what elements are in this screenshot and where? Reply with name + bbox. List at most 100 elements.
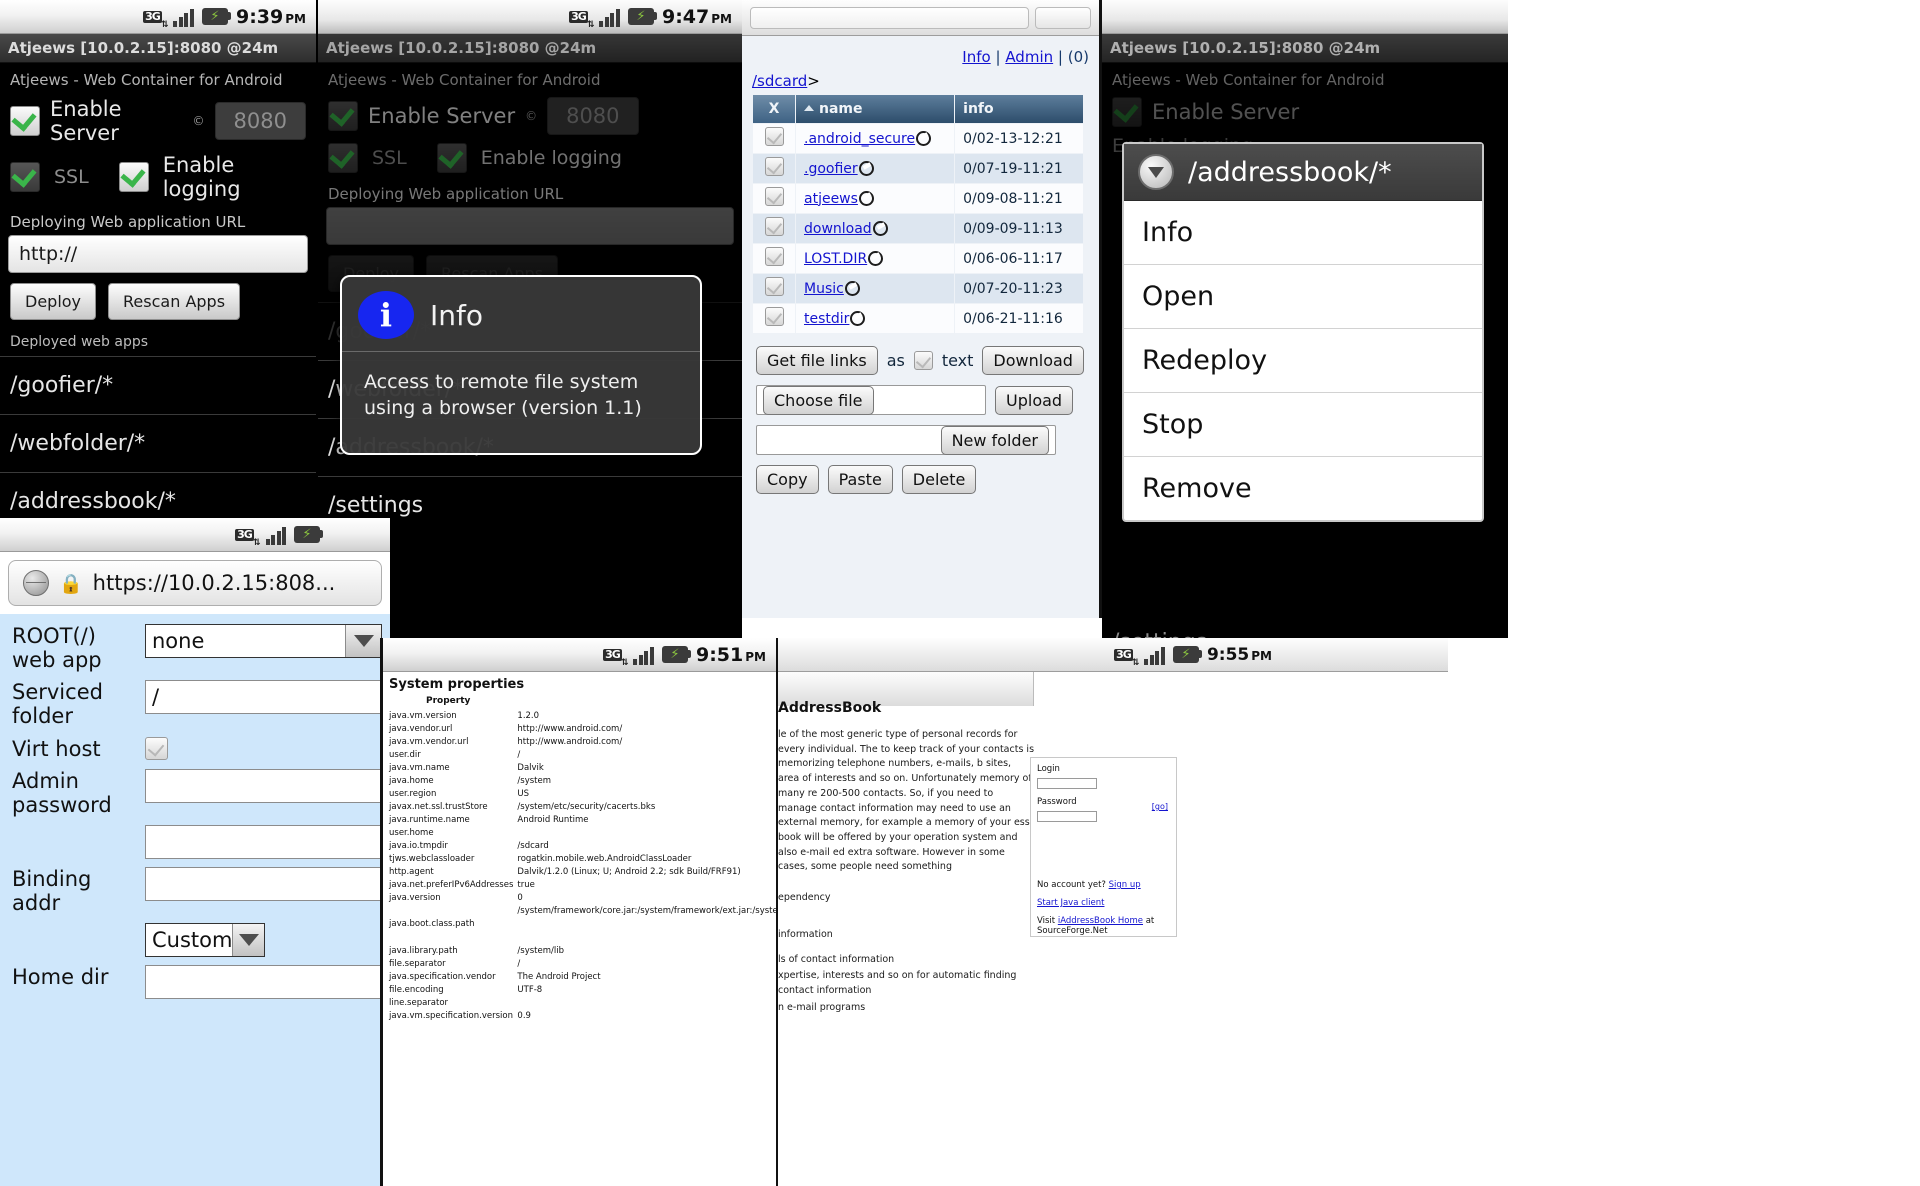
battery-icon: ⚡	[627, 8, 657, 25]
form-row-root-web-app: ROOT(/) web app none	[0, 620, 390, 676]
no-account-row: No account yet? Sign up	[1037, 880, 1170, 890]
row-info-cell: 0/07-20-11:23	[955, 274, 1083, 303]
battery-icon: ⚡	[661, 646, 691, 663]
copy-button[interactable]: Copy	[756, 465, 819, 494]
enable-server-checkbox[interactable]	[1112, 97, 1142, 127]
file-link[interactable]: atjeews	[804, 191, 858, 207]
info-link[interactable]: Info	[962, 48, 990, 66]
file-link[interactable]: Music	[804, 281, 844, 297]
col-x[interactable]: X	[753, 95, 795, 123]
upload-button[interactable]: Upload	[995, 385, 1074, 415]
paste-button[interactable]: Paste	[827, 465, 893, 494]
row-checkbox[interactable]	[764, 277, 784, 296]
row-info-cell: 0/07-19-11:21	[955, 154, 1083, 183]
deploy-url-input-2[interactable]	[326, 207, 734, 245]
go-link[interactable]: [go]	[1152, 802, 1168, 811]
row-checkbox-cell[interactable]	[753, 304, 795, 333]
download-button[interactable]: Download	[982, 346, 1084, 375]
row-name-cell: download	[796, 214, 955, 243]
new-folder-button[interactable]: New folder	[940, 425, 1049, 455]
sysprop-header: Property Value	[383, 694, 776, 709]
port-input[interactable]: 8080	[214, 102, 306, 140]
as-text-checkbox[interactable]	[913, 351, 933, 370]
file-upload-field[interactable]: Choose file	[756, 385, 986, 415]
enable-server-checkbox[interactable]	[328, 101, 358, 131]
table-row: .goofier 0/07-19-11:21	[753, 154, 1083, 183]
row-checkbox[interactable]	[764, 307, 784, 326]
sign-up-link[interactable]: Sign up	[1109, 880, 1141, 890]
row-checkbox[interactable]	[764, 187, 784, 206]
file-link[interactable]: .goofier	[804, 161, 858, 177]
col-name[interactable]: name	[796, 95, 955, 123]
breadcrumb-sdcard[interactable]: /sdcard	[752, 72, 807, 90]
row-checkbox-cell[interactable]	[753, 214, 795, 243]
file-link[interactable]: testdir	[804, 311, 849, 327]
password-input[interactable]	[1037, 811, 1097, 822]
new-folder-field[interactable]: New folder	[756, 425, 1056, 455]
row-checkbox[interactable]	[764, 127, 784, 146]
admin-link[interactable]: Admin	[1005, 48, 1053, 66]
row-checkbox-cell[interactable]	[753, 244, 795, 273]
menu-item-info[interactable]: Info	[1124, 201, 1482, 265]
file-link[interactable]: LOST.DIR	[804, 251, 867, 267]
enable-logging-checkbox[interactable]	[118, 162, 149, 192]
chevron-down-icon[interactable]	[232, 924, 264, 957]
enable-server-checkbox[interactable]	[10, 106, 40, 136]
col-info[interactable]: info	[955, 95, 1083, 123]
row-checkbox-cell[interactable]	[753, 124, 795, 153]
menu-item-redeploy[interactable]: Redeploy	[1124, 329, 1482, 393]
deploy-button[interactable]: Deploy	[10, 283, 97, 320]
context-menu-header: /addressbook/*	[1124, 144, 1482, 201]
browser-url-bar-5[interactable]: 🔒 https://10.0.2.15:808...	[8, 560, 382, 606]
menu-item-stop[interactable]: Stop	[1124, 393, 1482, 457]
prop-value: /system/framework/core.jar:/system/frame…	[517, 905, 778, 916]
chevron-down-icon[interactable]	[345, 625, 381, 657]
rescan-apps-button[interactable]: Rescan Apps	[108, 283, 241, 320]
prop-value	[513, 826, 776, 839]
row-checkbox-cell[interactable]	[753, 274, 795, 303]
copyright-icon: ©	[192, 114, 205, 128]
file-link[interactable]: download	[804, 221, 872, 237]
app-item-webfolder[interactable]: /webfolder/*	[0, 414, 316, 472]
root-web-app-select[interactable]: none	[145, 624, 382, 658]
browser-url-bar[interactable]	[750, 6, 1029, 29]
binding-mode-select[interactable]: Custom	[145, 923, 265, 958]
app-item-addressbook[interactable]: /addressbook/*	[0, 472, 316, 518]
ssl-checkbox[interactable]	[328, 143, 358, 173]
deploy-url-input[interactable]: http://	[8, 235, 308, 273]
app-item-goofier[interactable]: /goofier/*	[0, 356, 316, 414]
browser-menu-button[interactable]	[1035, 6, 1091, 29]
serviced-folder-input[interactable]: /	[145, 680, 382, 715]
menu-item-remove[interactable]: Remove	[1124, 457, 1482, 520]
row-checkbox[interactable]	[764, 247, 784, 266]
login-password-field[interactable]	[1037, 811, 1170, 822]
choose-file-button[interactable]: Choose file	[763, 385, 874, 415]
admin-password-confirm-input[interactable]	[145, 824, 382, 859]
prop-value: UTF-8	[517, 984, 543, 995]
username-input[interactable]	[1037, 778, 1097, 789]
port-input[interactable]: 8080	[547, 97, 639, 135]
admin-password-input[interactable]	[145, 768, 382, 803]
directory-icon	[844, 280, 860, 296]
start-java-client-link[interactable]: Start Java client	[1037, 898, 1104, 908]
virt-host-checkbox[interactable]	[145, 737, 168, 761]
binding-addr-input[interactable]	[145, 866, 382, 901]
enable-logging-checkbox[interactable]	[436, 143, 467, 173]
addressbook-content: AddressBook le of the most generic type …	[778, 672, 1046, 1016]
get-file-links-button[interactable]: Get file links	[756, 346, 878, 375]
ssl-checkbox[interactable]	[10, 162, 40, 192]
row-checkbox-cell[interactable]	[753, 154, 795, 183]
visit-row: Visit iAddressBook Home at SourceForge.N…	[1037, 916, 1170, 936]
file-link[interactable]: .android_secure	[804, 131, 915, 147]
info-dialog-title: Info	[430, 298, 483, 332]
settings-form: ROOT(/) web app none Serviced folder / V…	[0, 614, 390, 1186]
home-dir-input[interactable]	[145, 965, 382, 1000]
menu-item-open[interactable]: Open	[1124, 265, 1482, 329]
addressbook-home-link[interactable]: iAddressBook Home	[1058, 916, 1143, 926]
login-username-field[interactable]	[1037, 778, 1170, 789]
row-checkbox[interactable]	[764, 157, 784, 176]
addressbook-line-6: n e-mail programs	[778, 1001, 866, 1013]
row-checkbox[interactable]	[764, 217, 784, 236]
delete-button[interactable]: Delete	[901, 465, 977, 494]
row-checkbox-cell[interactable]	[753, 184, 795, 213]
